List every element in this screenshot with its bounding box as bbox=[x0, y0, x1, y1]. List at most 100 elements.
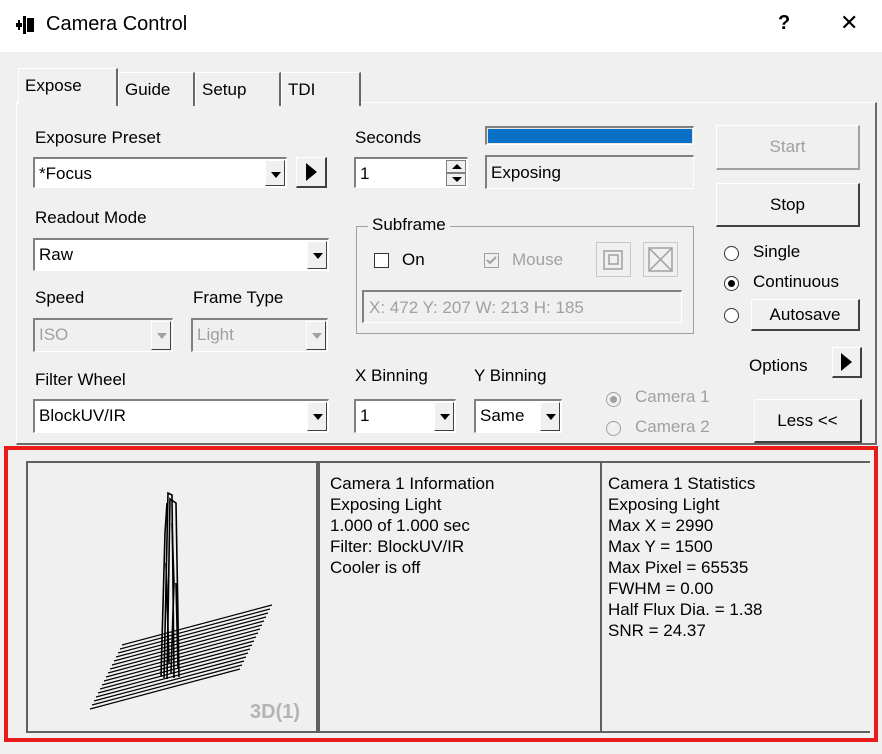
camera-app-icon bbox=[16, 16, 34, 34]
stop-button[interactable]: Stop bbox=[716, 183, 860, 227]
seconds-label: Seconds bbox=[355, 128, 422, 147]
x-binning-select[interactable]: 1 bbox=[354, 399, 456, 433]
y-binning-value: Same bbox=[480, 406, 525, 425]
camera-stats-line: SNR = 24.37 bbox=[608, 621, 706, 640]
exposure-status-box: Exposing bbox=[485, 155, 694, 189]
x-binning-value: 1 bbox=[360, 406, 370, 425]
speed-label: Speed bbox=[35, 288, 85, 307]
subframe-coords-field: X: 472 Y: 207 W: 213 H: 185 bbox=[362, 290, 682, 323]
readout-mode-value: Raw bbox=[39, 245, 74, 264]
preview-3d-label: 3D(1) bbox=[250, 701, 300, 723]
subframe-title: Subframe bbox=[368, 215, 450, 235]
chevron-down-icon bbox=[265, 160, 285, 186]
camera-stats-line: Exposing Light bbox=[608, 495, 720, 514]
exposure-preset-value: *Focus bbox=[39, 164, 92, 183]
frame-type-value: Light bbox=[197, 325, 234, 344]
subframe-mouse-label: Mouse bbox=[512, 250, 564, 269]
subframe-mouse-checkbox[interactable] bbox=[484, 253, 499, 268]
play-arrow-icon bbox=[305, 163, 317, 181]
exposure-status: Exposing bbox=[491, 163, 561, 182]
chevron-down-icon bbox=[434, 402, 454, 431]
subframe-full-button[interactable] bbox=[643, 242, 678, 277]
options-button[interactable] bbox=[832, 347, 862, 378]
fullframe-icon bbox=[648, 247, 673, 272]
camera1-radio[interactable] bbox=[606, 392, 621, 407]
single-radio[interactable] bbox=[724, 246, 739, 261]
subframe-select-button[interactable] bbox=[596, 242, 631, 277]
frame-type-select[interactable]: Light bbox=[191, 318, 328, 352]
exposure-preset-select[interactable]: *Focus bbox=[33, 157, 287, 188]
camera-info-panel: Camera 1 Information Exposing Light 1.00… bbox=[318, 461, 600, 733]
seconds-spinner[interactable]: 1 bbox=[354, 157, 468, 188]
camera-stats-line: Max Y = 1500 bbox=[608, 537, 713, 556]
peak-3d-plot: 3D(1) bbox=[89, 491, 300, 723]
chevron-down-icon bbox=[151, 321, 171, 350]
camera-info-line: 1.000 of 1.000 sec bbox=[330, 516, 470, 535]
tab-setup-label: Setup bbox=[202, 80, 247, 99]
camera-stats-line: FWHM = 0.00 bbox=[608, 579, 714, 598]
tab-tdi[interactable]: TDI bbox=[281, 72, 361, 106]
filter-wheel-value: BlockUV/IR bbox=[39, 406, 126, 425]
tab-expose-label: Expose bbox=[25, 76, 82, 95]
camera-stats-line: Camera 1 Statistics bbox=[608, 474, 756, 493]
chevron-down-icon bbox=[540, 402, 560, 431]
help-button[interactable]: ? bbox=[778, 12, 790, 35]
camera-stats-line: Half Flux Dia. = 1.38 bbox=[608, 600, 763, 619]
tab-expose[interactable]: Expose bbox=[18, 68, 118, 106]
chevron-down-icon bbox=[307, 241, 327, 269]
filter-wheel-label: Filter Wheel bbox=[35, 370, 126, 389]
camera-stats-panel: Camera 1 Statistics Exposing Light Max X… bbox=[600, 461, 870, 733]
camera-info-line: Exposing Light bbox=[330, 495, 442, 514]
camera2-label: Camera 2 bbox=[635, 417, 710, 436]
y-binning-select[interactable]: Same bbox=[474, 399, 562, 433]
camera-info-line: Filter: BlockUV/IR bbox=[330, 537, 465, 556]
speed-value: ISO bbox=[39, 325, 69, 344]
camera-stats-line: Max Pixel = 65535 bbox=[608, 558, 749, 577]
tab-tdi-label: TDI bbox=[288, 80, 316, 99]
camera-info-line: Camera 1 Information bbox=[330, 474, 495, 493]
continuous-label: Continuous bbox=[753, 272, 840, 291]
preset-next-button[interactable] bbox=[296, 157, 327, 188]
continuous-radio[interactable] bbox=[724, 276, 739, 291]
spin-down-button[interactable] bbox=[446, 173, 466, 186]
readout-mode-select[interactable]: Raw bbox=[33, 238, 329, 271]
play-arrow-icon bbox=[841, 353, 852, 371]
title-bar: Camera Control ? ✕ bbox=[0, 0, 882, 52]
window-title: Camera Control bbox=[46, 13, 188, 35]
exposure-progress-fill bbox=[488, 129, 692, 143]
autosave-button[interactable]: Autosave bbox=[751, 299, 860, 331]
camera1-label: Camera 1 bbox=[635, 387, 710, 406]
camera2-radio[interactable] bbox=[606, 421, 621, 436]
filter-wheel-select[interactable]: BlockUV/IR bbox=[33, 399, 329, 433]
checkmark-icon bbox=[486, 256, 497, 265]
frame-type-label: Frame Type bbox=[193, 288, 284, 307]
arrow-up-icon bbox=[452, 164, 462, 169]
chevron-down-icon bbox=[307, 402, 327, 431]
start-button[interactable]: Start bbox=[716, 125, 860, 170]
tab-guide-label: Guide bbox=[125, 80, 171, 99]
subframe-on-checkbox[interactable] bbox=[374, 253, 389, 268]
chevron-down-icon bbox=[306, 321, 326, 350]
camera-info-line: Cooler is off bbox=[330, 558, 421, 577]
select-region-icon bbox=[603, 250, 623, 270]
exposure-preset-label: Exposure Preset bbox=[35, 128, 161, 147]
exposure-progress-bar bbox=[485, 126, 694, 145]
tab-setup[interactable]: Setup bbox=[195, 72, 281, 106]
less-button[interactable]: Less << bbox=[754, 399, 862, 443]
camera-stats-line: Max X = 2990 bbox=[608, 516, 714, 535]
close-button[interactable]: ✕ bbox=[840, 10, 858, 36]
readout-mode-label: Readout Mode bbox=[35, 208, 147, 227]
x-binning-label: X Binning bbox=[355, 366, 428, 385]
spin-up-button[interactable] bbox=[446, 160, 466, 173]
preview-3d-panel: 3D(1) bbox=[26, 461, 318, 733]
subframe-coords: X: 472 Y: 207 W: 213 H: 185 bbox=[369, 298, 584, 317]
y-binning-label: Y Binning bbox=[474, 366, 547, 385]
autosave-radio[interactable] bbox=[724, 308, 739, 323]
subframe-on-label: On bbox=[402, 250, 425, 269]
seconds-value: 1 bbox=[360, 164, 370, 183]
options-label: Options bbox=[749, 356, 808, 375]
arrow-down-icon bbox=[452, 177, 462, 182]
single-label: Single bbox=[753, 242, 801, 261]
speed-select[interactable]: ISO bbox=[33, 318, 173, 352]
tab-guide[interactable]: Guide bbox=[118, 72, 195, 106]
